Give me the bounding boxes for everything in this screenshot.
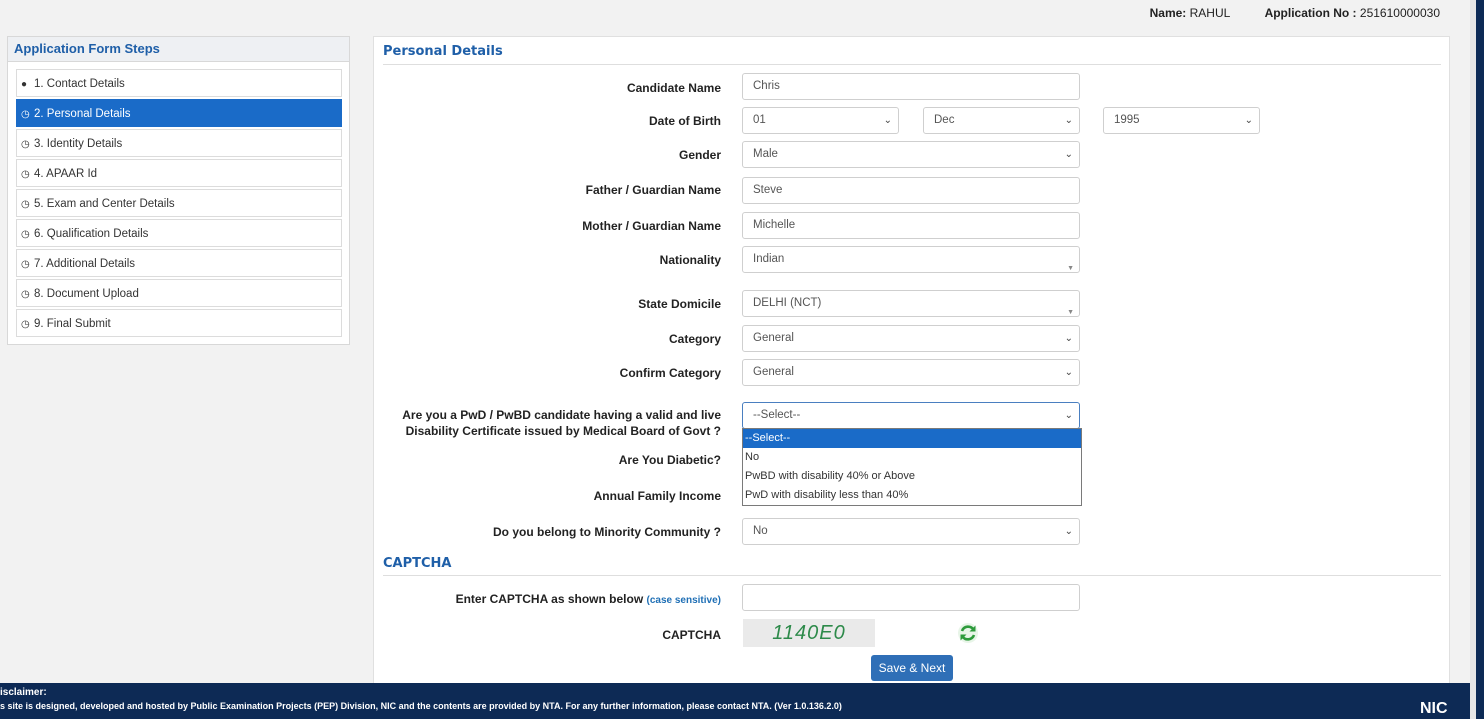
confirm-category-label: Confirm Category — [619, 366, 721, 380]
chevron-down-icon: ⌄ — [1064, 115, 1073, 126]
application-no-label: Application No : — [1264, 6, 1357, 20]
clock-icon: ◷ — [21, 289, 30, 300]
section-title-captcha: CAPTCHA — [383, 556, 452, 571]
chevron-down-icon: ⌄ — [1064, 410, 1073, 421]
mother-name-input[interactable]: Michelle — [742, 212, 1080, 239]
mother-name-label: Mother / Guardian Name — [582, 219, 721, 233]
section-title-personal: Personal Details — [383, 44, 503, 59]
candidate-name-input[interactable]: Chris — [742, 73, 1080, 100]
category-label: Category — [668, 332, 721, 346]
pwd-label: Are you a PwD / PwBD candidate having a … — [402, 408, 721, 438]
save-next-button[interactable]: Save & Next — [871, 655, 953, 681]
nic-logo: NIC — [1420, 700, 1448, 716]
dropdown-arrow-icon: ▼ — [1067, 265, 1074, 272]
father-name-input[interactable]: Steve — [742, 177, 1080, 204]
dob-label: Date of Birth — [649, 114, 721, 128]
chevron-down-icon: ⌄ — [1064, 526, 1073, 537]
step-contact-details[interactable]: ● 1. Contact Details — [16, 69, 342, 97]
annual-income-label: Annual Family Income — [593, 489, 721, 503]
gender-select[interactable]: Male ⌄ — [742, 141, 1080, 168]
chevron-down-icon: ⌄ — [1064, 149, 1073, 160]
minority-select[interactable]: No ⌄ — [742, 518, 1080, 545]
captcha-image: 1140E0 — [743, 619, 875, 647]
case-sensitive-note: (case sensitive) — [646, 595, 722, 606]
enter-captcha-label: Enter CAPTCHA as shown below (case sensi… — [455, 592, 722, 606]
top-bar: Name: RAHUL Application No : 25161000003… — [0, 0, 1470, 30]
step-exam-center-details[interactable]: ◷ 5. Exam and Center Details — [16, 189, 342, 217]
step-final-submit[interactable]: ◷ 9. Final Submit — [16, 309, 342, 337]
clock-icon: ◷ — [21, 229, 30, 240]
dropdown-arrow-icon: ▼ — [1067, 309, 1074, 316]
pwd-select[interactable]: --Select-- ⌄ — [742, 402, 1080, 429]
state-domicile-select[interactable]: DELHI (NCT) ▼ — [742, 290, 1080, 317]
clock-icon: ◷ — [21, 169, 30, 180]
divider — [383, 575, 1441, 576]
clock-icon: ◷ — [21, 259, 30, 270]
father-name-label: Father / Guardian Name — [585, 183, 721, 197]
window-edge — [1476, 0, 1484, 719]
disclaimer-text: s site is designed, developed and hosted… — [0, 701, 842, 711]
chevron-down-icon: ⌄ — [883, 115, 892, 126]
steps-title: Application Form Steps — [8, 37, 349, 62]
steps-panel: Application Form Steps ● 1. Contact Detai… — [7, 36, 350, 345]
application-no-value: 251610000030 — [1359, 6, 1440, 20]
category-select[interactable]: General ⌄ — [742, 325, 1080, 352]
captcha-input[interactable] — [742, 584, 1080, 611]
diabetic-label: Are You Diabetic? — [618, 453, 721, 467]
svg-text:NIC: NIC — [1420, 700, 1448, 716]
check-circle-icon: ● — [21, 79, 28, 90]
dob-year-select[interactable]: 1995 ⌄ — [1103, 107, 1260, 134]
candidate-name-label: Candidate Name — [626, 81, 721, 95]
dob-day-select[interactable]: 01 ⌄ — [742, 107, 899, 134]
state-domicile-label: State Domicile — [638, 297, 721, 311]
step-apaar-id[interactable]: ◷ 4. APAAR Id — [16, 159, 342, 187]
steps-list: ● 1. Contact Details ◷ 2. Personal Details… — [8, 62, 349, 337]
captcha-label: CAPTCHA — [662, 628, 721, 642]
name-label: Name: — [1149, 6, 1187, 20]
divider — [383, 64, 1441, 65]
clock-icon: ◷ — [21, 319, 30, 330]
nationality-select[interactable]: Indian ▼ — [742, 246, 1080, 273]
name-value: RAHUL — [1189, 6, 1230, 20]
clock-icon: ◷ — [21, 139, 30, 150]
footer: isclaimer: s site is designed, developed… — [0, 683, 1470, 719]
chevron-down-icon: ⌄ — [1244, 115, 1253, 126]
pwd-option-no[interactable]: No — [743, 448, 1081, 467]
dob-month-select[interactable]: Dec ⌄ — [923, 107, 1080, 134]
gender-label: Gender — [678, 148, 721, 162]
disclaimer-title: isclaimer: — [0, 687, 47, 698]
clock-icon: ◷ — [21, 109, 30, 120]
pwd-option-40-above[interactable]: PwBD with disability 40% or Above — [743, 467, 1081, 486]
step-identity-details[interactable]: ◷ 3. Identity Details — [16, 129, 342, 157]
nationality-label: Nationality — [659, 253, 721, 267]
pwd-option-select[interactable]: --Select-- — [743, 429, 1081, 448]
step-personal-details[interactable]: ◷ 2. Personal Details — [16, 99, 342, 127]
user-info: Name: RAHUL Application No : 25161000003… — [1150, 6, 1440, 20]
pwd-option-less-40[interactable]: PwD with disability less than 40% — [743, 486, 1081, 505]
personal-details-form: Personal Details Candidate Name Chris Da… — [373, 36, 1450, 688]
chevron-down-icon: ⌄ — [1064, 367, 1073, 378]
step-qualification-details[interactable]: ◷ 6. Qualification Details — [16, 219, 342, 247]
step-document-upload[interactable]: ◷ 8. Document Upload — [16, 279, 342, 307]
chevron-down-icon: ⌄ — [1064, 333, 1073, 344]
refresh-captcha-icon[interactable] — [957, 622, 979, 644]
pwd-dropdown-list: --Select-- No PwBD with disability 40% o… — [742, 428, 1082, 506]
confirm-category-select[interactable]: General ⌄ — [742, 359, 1080, 386]
minority-label: Do you belong to Minority Community ? — [493, 525, 721, 539]
clock-icon: ◷ — [21, 199, 30, 210]
step-additional-details[interactable]: ◷ 7. Additional Details — [16, 249, 342, 277]
